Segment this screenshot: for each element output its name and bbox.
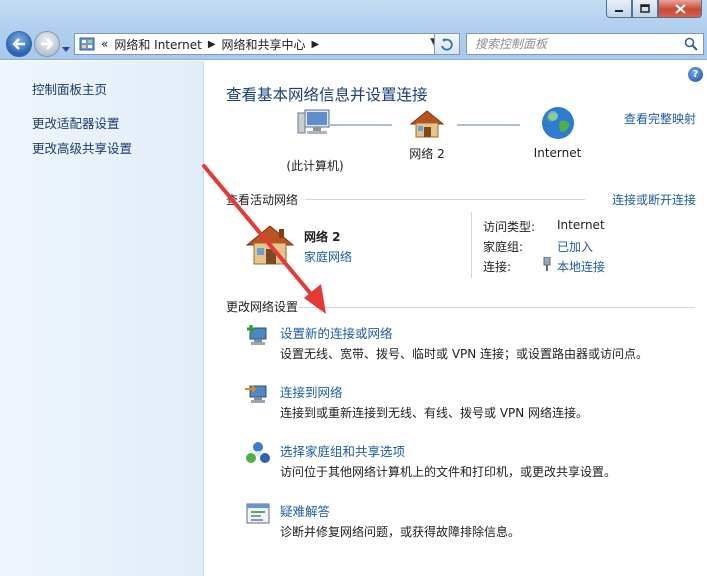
minimize-button[interactable] [606, 0, 632, 18]
window-controls [606, 0, 702, 18]
nav-change-adapter-settings[interactable]: 更改适配器设置 [32, 113, 120, 132]
page-title: 查看基本网络信息并设置连接 [226, 86, 428, 104]
task-new-connection: 设置新的连接或网络 设置无线、宽带、拨号、临时或 VPN 连接；或设置路由器或访… [245, 323, 695, 363]
map-network[interactable]: 网络 2 [397, 109, 457, 162]
map-this-computer-label: (此计算机) [286, 159, 344, 173]
task-troubleshoot: 疑难解答 诊断并修复网络问题，或获得故障排除信息。 [245, 501, 695, 541]
homegroup-value-link[interactable]: 已加入 [557, 238, 593, 255]
globe-icon [541, 107, 574, 139]
breadcrumb: « 网络和 Internet ▶ 网络和共享中心 ▶ [101, 36, 319, 53]
connect-network-icon [245, 385, 267, 403]
map-this-computer[interactable]: (此计算机) [265, 107, 365, 174]
close-button[interactable] [658, 0, 702, 18]
access-type-label: 访问类型: [483, 220, 536, 234]
maximize-icon [640, 4, 650, 13]
search-box [466, 33, 704, 55]
nav-change-advanced-sharing[interactable]: 更改高级共享设置 [32, 138, 132, 157]
homegroup-sharing-link[interactable]: 选择家庭组和共享选项 [280, 441, 405, 460]
task-homegroup-sharing: 选择家庭组和共享选项 访问位于其他网络计算机上的文件和打印机，或更改共享设置。 [245, 441, 695, 481]
task-connect-to-network: 连接到网络 连接到或重新连接到无线、有线、拨号或 VPN 网络连接。 [245, 382, 695, 422]
computer-icon [297, 109, 330, 134]
search-icon[interactable] [684, 37, 698, 51]
map-internet-label: Internet [533, 146, 582, 160]
help-icon[interactable]: ? [688, 67, 703, 82]
map-connector [329, 124, 392, 126]
left-nav-pane: 控制面板主页 更改适配器设置 更改高级共享设置 [0, 61, 204, 576]
breadcrumb-item[interactable]: 网络和共享中心 [222, 36, 306, 53]
task-description: 设置无线、宽带、拨号、临时或 VPN 连接；或设置路由器或访问点。 [280, 347, 649, 361]
address-bar[interactable]: « 网络和 Internet ▶ 网络和共享中心 ▶ ▼ [74, 33, 460, 55]
new-connection-icon [247, 325, 267, 345]
active-networks-title: 查看活动网络 [226, 193, 299, 207]
control-panel-icon [79, 37, 95, 51]
connect-or-disconnect-link[interactable]: 连接或断开连接 [612, 191, 696, 208]
setup-new-connection-link[interactable]: 设置新的连接或网络 [280, 323, 393, 342]
change-settings-title: 更改网络设置 [226, 300, 299, 314]
ethernet-icon [543, 257, 551, 271]
map-connector [457, 124, 520, 126]
home-network-icon [245, 225, 295, 265]
chevron-down-icon [62, 47, 70, 52]
refresh-icon [441, 38, 453, 51]
breadcrumb-overflow[interactable]: « [101, 37, 108, 51]
house-icon [409, 110, 445, 138]
task-description: 访问位于其他网络计算机上的文件和打印机，或更改共享设置。 [280, 465, 617, 479]
minimize-icon [615, 9, 623, 12]
section-divider [299, 307, 695, 308]
forward-button[interactable] [34, 31, 60, 57]
search-input[interactable] [467, 34, 667, 54]
chevron-right-icon[interactable]: ▶ [312, 39, 320, 50]
main-content: ? 查看基本网络信息并设置连接 查看完整映射 (此计算机) 网络 2 Inter… [205, 61, 707, 576]
window-toolbar: « 网络和 Internet ▶ 网络和共享中心 ▶ ▼ [0, 0, 707, 60]
map-internet[interactable]: Internet [525, 105, 590, 160]
vertical-divider [471, 212, 472, 278]
map-network-label: 网络 2 [409, 147, 445, 161]
connection-label: 连接: [483, 260, 512, 274]
homegroup-label: 家庭组: [483, 240, 524, 254]
troubleshoot-link[interactable]: 疑难解答 [280, 501, 330, 520]
homegroup-icon [246, 442, 270, 463]
maximize-button[interactable] [632, 0, 658, 18]
breadcrumb-item[interactable]: 网络和 Internet [114, 36, 201, 53]
task-description: 诊断并修复网络问题，或获得故障排除信息。 [280, 525, 521, 539]
troubleshoot-icon [246, 503, 270, 524]
forward-arrow-icon [41, 38, 54, 50]
close-icon [674, 3, 686, 14]
connect-to-network-link[interactable]: 连接到网络 [280, 382, 343, 401]
section-divider [305, 199, 585, 200]
chevron-right-icon[interactable]: ▶ [208, 39, 216, 50]
view-full-map-link[interactable]: 查看完整映射 [624, 110, 696, 127]
nav-control-panel-home[interactable]: 控制面板主页 [32, 79, 107, 98]
local-connection-link[interactable]: 本地连接 [557, 258, 605, 275]
network-type-link[interactable]: 家庭网络 [304, 248, 352, 265]
refresh-button[interactable] [434, 33, 460, 55]
task-description: 连接到或重新连接到无线、有线、拨号或 VPN 网络连接。 [280, 406, 589, 420]
history-dropdown-button[interactable] [62, 41, 70, 55]
back-arrow-icon [12, 38, 25, 50]
back-button[interactable] [6, 31, 32, 57]
access-type-value: Internet [557, 218, 605, 232]
active-network-name: 网络 2 [304, 230, 341, 244]
